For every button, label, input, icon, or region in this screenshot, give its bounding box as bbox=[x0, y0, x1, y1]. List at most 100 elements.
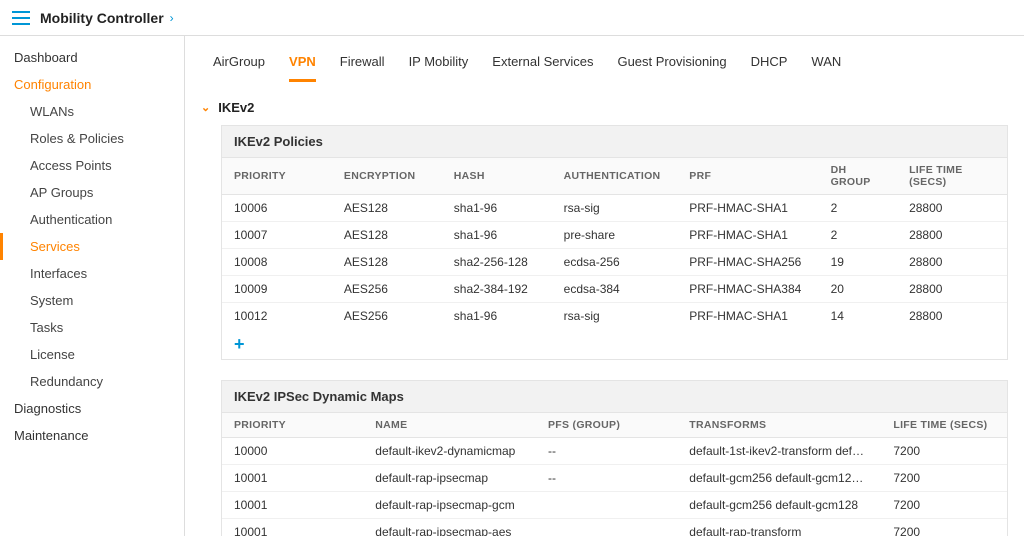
tab-ipmobility[interactable]: IP Mobility bbox=[409, 46, 469, 82]
column-header[interactable]: LIFE TIME (SECS) bbox=[897, 158, 1007, 195]
cell: default-ikev2-dynamicmap bbox=[363, 438, 536, 465]
column-header[interactable]: DH GROUP bbox=[819, 158, 898, 195]
column-header[interactable]: ENCRYPTION bbox=[332, 158, 442, 195]
column-header[interactable]: NAME bbox=[363, 413, 536, 438]
section-toggle-ikev2[interactable]: ⌄ IKEv2 bbox=[201, 96, 1008, 125]
table-row[interactable]: 10007AES128sha1-96pre-sharePRF-HMAC-SHA1… bbox=[222, 222, 1007, 249]
sidebar-sub-interfaces[interactable]: Interfaces bbox=[0, 260, 184, 287]
tab-external[interactable]: External Services bbox=[492, 46, 593, 82]
panel-maps: IKEv2 IPSec Dynamic Maps PRIORITYNAMEPFS… bbox=[221, 380, 1008, 536]
table-row[interactable]: 10006AES128sha1-96rsa-sigPRF-HMAC-SHA122… bbox=[222, 195, 1007, 222]
cell: rsa-sig bbox=[552, 195, 678, 222]
cell: AES128 bbox=[332, 249, 442, 276]
topbar: Mobility Controller › bbox=[0, 0, 1024, 36]
table-row[interactable]: 10001default-rap-ipsecmap-gcmdefault-gcm… bbox=[222, 492, 1007, 519]
table-row[interactable]: 10012AES256sha1-96rsa-sigPRF-HMAC-SHA114… bbox=[222, 303, 1007, 330]
column-header[interactable]: AUTHENTICATION bbox=[552, 158, 678, 195]
panel-policies: IKEv2 Policies PRIORITYENCRYPTIONHASHAUT… bbox=[221, 125, 1008, 360]
cell: 7200 bbox=[881, 519, 1007, 536]
sidebar-sub-aps[interactable]: Access Points bbox=[0, 152, 184, 179]
cell: 10006 bbox=[222, 195, 332, 222]
cell: AES256 bbox=[332, 276, 442, 303]
column-header[interactable]: PRIORITY bbox=[222, 158, 332, 195]
table-row[interactable]: 10001default-rap-ipsecmap--default-gcm25… bbox=[222, 465, 1007, 492]
cell: 20 bbox=[819, 276, 898, 303]
cell: sha1-96 bbox=[442, 195, 552, 222]
column-header[interactable]: HASH bbox=[442, 158, 552, 195]
cell: 10001 bbox=[222, 465, 363, 492]
tab-guest[interactable]: Guest Provisioning bbox=[617, 46, 726, 82]
sidebar-item-maintenance[interactable]: Maintenance bbox=[0, 422, 184, 449]
cell: 19 bbox=[819, 249, 898, 276]
cell: AES128 bbox=[332, 222, 442, 249]
cell: sha2-256-128 bbox=[442, 249, 552, 276]
cell: rsa-sig bbox=[552, 303, 678, 330]
sidebar-item-diagnostics[interactable]: Diagnostics bbox=[0, 395, 184, 422]
table-row[interactable]: 10008AES128sha2-256-128ecdsa-256PRF-HMAC… bbox=[222, 249, 1007, 276]
table-row[interactable]: 10009AES256sha2-384-192ecdsa-384PRF-HMAC… bbox=[222, 276, 1007, 303]
cell: 10012 bbox=[222, 303, 332, 330]
column-header[interactable]: PFS (GROUP) bbox=[536, 413, 677, 438]
sidebar-sub-services[interactable]: Services bbox=[0, 233, 184, 260]
cell: default-1st-ikev2-transform defa… bbox=[677, 438, 881, 465]
cell: -- bbox=[536, 438, 677, 465]
table-row[interactable]: 10000default-ikev2-dynamicmap--default-1… bbox=[222, 438, 1007, 465]
cell: PRF-HMAC-SHA256 bbox=[677, 249, 818, 276]
cell: 10007 bbox=[222, 222, 332, 249]
sidebar-sub-auth[interactable]: Authentication bbox=[0, 206, 184, 233]
cell: PRF-HMAC-SHA1 bbox=[677, 222, 818, 249]
cell: 14 bbox=[819, 303, 898, 330]
add-policy-button[interactable]: + bbox=[234, 334, 245, 354]
sidebar-sub-apgroups[interactable]: AP Groups bbox=[0, 179, 184, 206]
cell: 10001 bbox=[222, 492, 363, 519]
page-title: Mobility Controller bbox=[40, 10, 164, 26]
panel-title-policies: IKEv2 Policies bbox=[222, 126, 1007, 158]
table-row[interactable]: 10001default-rap-ipsecmap-aes default-rap… bbox=[222, 519, 1007, 536]
column-header[interactable]: PRIORITY bbox=[222, 413, 363, 438]
cell: 7200 bbox=[881, 465, 1007, 492]
sidebar-sub-roles[interactable]: Roles & Policies bbox=[0, 125, 184, 152]
cell: default-rap-ipsecmap-aes bbox=[363, 519, 536, 536]
cell: 10001 bbox=[222, 519, 363, 536]
cell: 10008 bbox=[222, 249, 332, 276]
maps-table: PRIORITYNAMEPFS (GROUP)TRANSFORMSLIFE TI… bbox=[222, 413, 1007, 536]
tab-airgroup[interactable]: AirGroup bbox=[213, 46, 265, 82]
cell: sha1-96 bbox=[442, 222, 552, 249]
cell: AES128 bbox=[332, 195, 442, 222]
cell: AES256 bbox=[332, 303, 442, 330]
column-header[interactable]: PRF bbox=[677, 158, 818, 195]
cell: 2 bbox=[819, 222, 898, 249]
cell bbox=[536, 492, 677, 519]
column-header[interactable]: LIFE TIME (SECS) bbox=[881, 413, 1007, 438]
sidebar-sub-redundancy[interactable]: Redundancy bbox=[0, 368, 184, 395]
cell: default-rap-transform bbox=[677, 519, 881, 536]
column-header[interactable]: TRANSFORMS bbox=[677, 413, 881, 438]
cell: sha1-96 bbox=[442, 303, 552, 330]
menu-icon[interactable] bbox=[12, 11, 30, 25]
sidebar-sub-license[interactable]: License bbox=[0, 341, 184, 368]
cell: default-gcm256 default-gcm128 bbox=[677, 492, 881, 519]
tab-wan[interactable]: WAN bbox=[811, 46, 841, 82]
cell: 28800 bbox=[897, 303, 1007, 330]
policies-table: PRIORITYENCRYPTIONHASHAUTHENTICATIONPRFD… bbox=[222, 158, 1007, 359]
chevron-down-icon: ⌄ bbox=[201, 101, 210, 114]
tab-vpn[interactable]: VPN bbox=[289, 46, 316, 82]
cell: -- bbox=[536, 465, 677, 492]
tab-bar: AirGroup VPN Firewall IP Mobility Extern… bbox=[185, 36, 1024, 82]
sidebar-sub-wlans[interactable]: WLANs bbox=[0, 98, 184, 125]
cell: 10009 bbox=[222, 276, 332, 303]
cell: default-rap-ipsecmap bbox=[363, 465, 536, 492]
sidebar-sub-system[interactable]: System bbox=[0, 287, 184, 314]
chevron-right-icon[interactable]: › bbox=[170, 11, 174, 25]
cell: 28800 bbox=[897, 195, 1007, 222]
section-title: IKEv2 bbox=[218, 100, 254, 115]
tab-dhcp[interactable]: DHCP bbox=[751, 46, 788, 82]
tab-firewall[interactable]: Firewall bbox=[340, 46, 385, 82]
cell: pre-share bbox=[552, 222, 678, 249]
sidebar-item-dashboard[interactable]: Dashboard bbox=[0, 44, 184, 71]
sidebar-item-configuration[interactable]: Configuration bbox=[0, 71, 184, 98]
cell: PRF-HMAC-SHA1 bbox=[677, 303, 818, 330]
cell bbox=[536, 519, 677, 536]
cell: default-gcm256 default-gcm128 … bbox=[677, 465, 881, 492]
sidebar-sub-tasks[interactable]: Tasks bbox=[0, 314, 184, 341]
